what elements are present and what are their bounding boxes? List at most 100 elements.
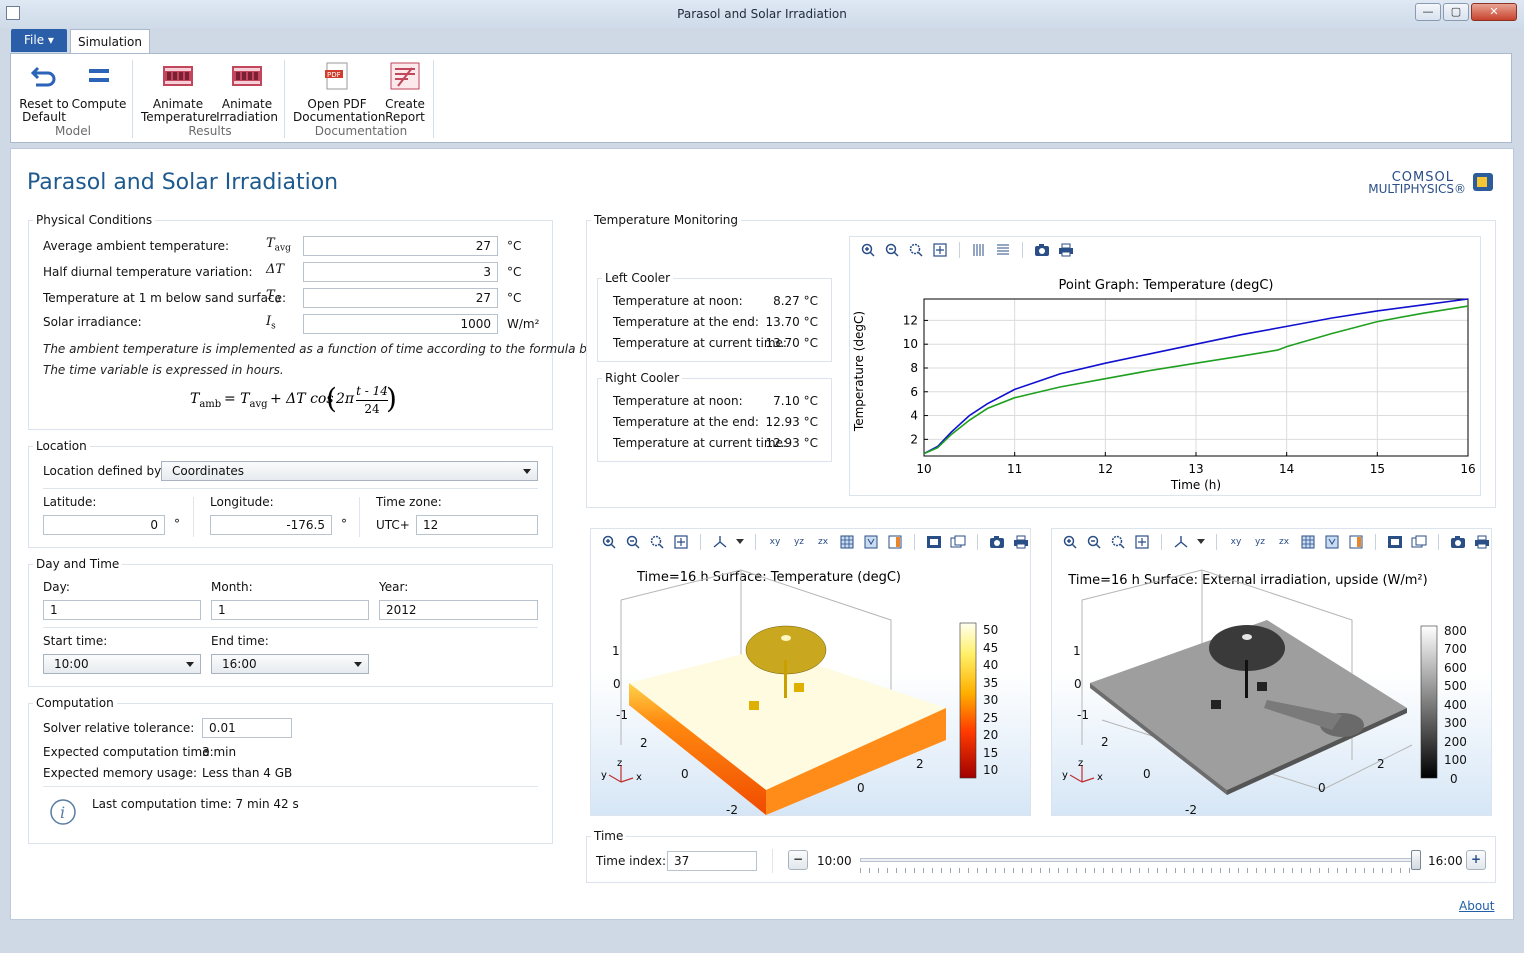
scale-label: 500 bbox=[1444, 679, 1467, 693]
chevron-down-icon[interactable] bbox=[1197, 534, 1205, 550]
color-legend-icon[interactable] bbox=[887, 534, 903, 550]
tolerance-input[interactable]: 0.01 bbox=[202, 718, 292, 738]
day-input[interactable]: 1 bbox=[43, 600, 201, 620]
scale-label: 100 bbox=[1444, 753, 1467, 767]
zoom-extents-icon[interactable] bbox=[673, 534, 689, 550]
divider bbox=[43, 488, 538, 489]
scale-label: 800 bbox=[1444, 624, 1467, 638]
toolbar-separator bbox=[700, 534, 701, 550]
scale-label: 40 bbox=[983, 658, 998, 672]
svg-text:x: x bbox=[636, 772, 642, 783]
close-button[interactable]: ✕ bbox=[1471, 3, 1517, 21]
scene-light-icon[interactable] bbox=[1411, 534, 1427, 550]
comp-time-value: 3 min bbox=[202, 745, 237, 759]
view-zx-icon[interactable]: zx bbox=[815, 534, 831, 550]
avg-temp-input[interactable]: 27 bbox=[303, 236, 498, 256]
window-title-bar: Parasol and Solar Irradiation — ▢ ✕ bbox=[0, 0, 1524, 28]
camera-icon[interactable] bbox=[989, 534, 1005, 550]
start-time-value: 10:00 bbox=[54, 657, 89, 671]
time-slider-thumb[interactable] bbox=[1411, 850, 1421, 870]
view-yz-icon[interactable]: yz bbox=[791, 534, 807, 550]
zoom-extents-icon[interactable] bbox=[1134, 534, 1150, 550]
grid-toggle-icon[interactable] bbox=[1300, 534, 1316, 550]
open-pdf-documentation-button[interactable]: PDF Open PDF Documentation bbox=[293, 60, 386, 124]
zoom-in-icon[interactable] bbox=[1062, 534, 1078, 550]
animate-irradiation-button[interactable]: Animate Irradiation bbox=[215, 60, 279, 124]
half-var-symbol: ΔT bbox=[266, 262, 285, 277]
minimize-button[interactable]: — bbox=[1415, 3, 1441, 21]
latitude-label: Latitude: bbox=[43, 495, 97, 509]
axis-orientation-icon[interactable] bbox=[1173, 534, 1189, 550]
time-index-input[interactable]: 37 bbox=[667, 851, 757, 871]
camera-icon[interactable] bbox=[1450, 534, 1466, 550]
transparency-icon[interactable] bbox=[1387, 534, 1403, 550]
maximize-button[interactable]: ▢ bbox=[1443, 3, 1469, 21]
animate-temperature-button[interactable]: Animate Temperature bbox=[141, 60, 217, 124]
about-link[interactable]: About bbox=[1459, 899, 1494, 913]
irradiation-scale-labels: 800 700 600 500 400 300 200 100 0 bbox=[1444, 624, 1467, 786]
reset-to-default-button[interactable]: Reset to Default bbox=[17, 60, 71, 124]
irradiance-input[interactable]: 1000 bbox=[303, 314, 498, 334]
x-tick-label: 13 bbox=[1188, 462, 1203, 476]
time-decrement-button[interactable]: − bbox=[788, 850, 808, 870]
longitude-input[interactable]: -176.5 bbox=[210, 515, 332, 535]
view-xy-icon[interactable]: xy bbox=[1228, 534, 1244, 550]
y-grid-icon[interactable] bbox=[995, 242, 1011, 258]
time-title: Time bbox=[591, 829, 627, 843]
zoom-extents-icon[interactable] bbox=[932, 242, 948, 258]
zoom-box-icon[interactable] bbox=[649, 534, 665, 550]
latitude-unit: ° bbox=[174, 517, 180, 531]
time-slider-track[interactable] bbox=[860, 858, 1416, 862]
end-time-select[interactable]: 16:00 bbox=[211, 654, 369, 674]
print-icon[interactable] bbox=[1013, 534, 1029, 550]
chevron-down-icon[interactable] bbox=[736, 534, 744, 550]
y-tick-label: 2 bbox=[910, 432, 918, 446]
time-increment-button[interactable]: + bbox=[1466, 850, 1486, 870]
avg-temp-label: Average ambient temperature: bbox=[43, 239, 230, 253]
view-yz-icon[interactable]: yz bbox=[1252, 534, 1268, 550]
create-report-button[interactable]: Create Report bbox=[381, 60, 429, 124]
view-zx-icon[interactable]: zx bbox=[1276, 534, 1292, 550]
zoom-box-icon[interactable] bbox=[1110, 534, 1126, 550]
sand-temp-input[interactable]: 27 bbox=[303, 288, 498, 308]
divider bbox=[193, 497, 194, 537]
print-icon[interactable] bbox=[1058, 242, 1074, 258]
toolbar-separator bbox=[1161, 534, 1162, 550]
zoom-out-icon[interactable] bbox=[884, 242, 900, 258]
print-icon[interactable] bbox=[1474, 534, 1490, 550]
irradiance-symbol: Is bbox=[266, 314, 276, 332]
zoom-in-icon[interactable] bbox=[860, 242, 876, 258]
location-defined-select[interactable]: Coordinates bbox=[161, 461, 538, 481]
scene-light-icon[interactable] bbox=[950, 534, 966, 550]
zoom-out-icon[interactable] bbox=[1086, 534, 1102, 550]
start-time-label: Start time: bbox=[43, 634, 108, 648]
axis-orientation-icon[interactable] bbox=[712, 534, 728, 550]
grid-toggle-icon[interactable] bbox=[839, 534, 855, 550]
axis-toggle-icon[interactable] bbox=[863, 534, 879, 550]
scale-label: 30 bbox=[983, 693, 998, 707]
file-menu-tab[interactable]: File ▾ bbox=[11, 29, 67, 52]
year-input[interactable]: 2012 bbox=[379, 600, 538, 620]
color-legend-icon[interactable] bbox=[1348, 534, 1364, 550]
chevron-down-icon bbox=[523, 469, 531, 474]
view-xy-icon[interactable]: xy bbox=[767, 534, 783, 550]
zoom-out-icon[interactable] bbox=[625, 534, 641, 550]
axis-tick-label: -2 bbox=[726, 803, 738, 815]
month-input[interactable]: 1 bbox=[211, 600, 369, 620]
start-time-select[interactable]: 10:00 bbox=[43, 654, 201, 674]
pdf-icon: PDF bbox=[320, 60, 354, 92]
latitude-input[interactable]: 0 bbox=[43, 515, 165, 535]
zoom-in-icon[interactable] bbox=[601, 534, 617, 550]
axis-tick-label: -2 bbox=[1185, 803, 1197, 815]
divider bbox=[772, 849, 773, 873]
zoom-box-icon[interactable] bbox=[908, 242, 924, 258]
tab-simulation[interactable]: Simulation bbox=[70, 29, 150, 54]
camera-icon[interactable] bbox=[1034, 242, 1050, 258]
axis-toggle-icon[interactable] bbox=[1324, 534, 1340, 550]
x-grid-icon[interactable] bbox=[971, 242, 987, 258]
timezone-input[interactable]: 12 bbox=[416, 515, 538, 535]
transparency-icon[interactable] bbox=[926, 534, 942, 550]
half-var-input[interactable]: 3 bbox=[303, 262, 498, 282]
irradiation-3d-scene: Time=16 h Surface: External irradiation,… bbox=[1062, 569, 1467, 815]
compute-button[interactable]: Compute bbox=[71, 60, 127, 111]
